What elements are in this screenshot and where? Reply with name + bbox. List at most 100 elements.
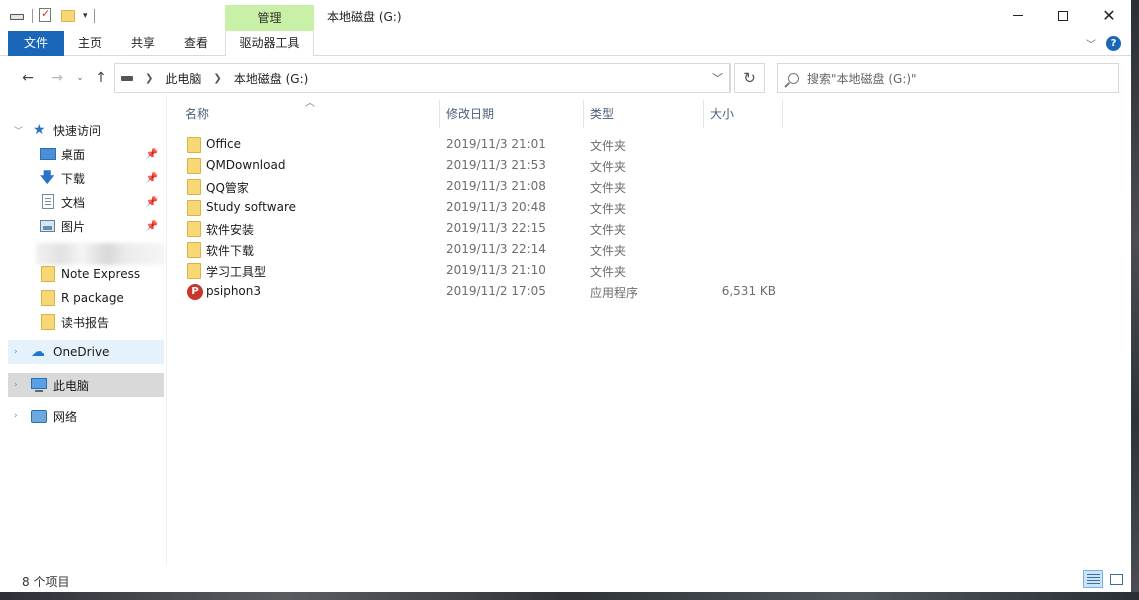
file-name: psiphon3 <box>206 284 262 298</box>
context-tab-header: 管理 <box>225 5 314 31</box>
sidebar-item-label: 下载 <box>61 171 86 186</box>
sidebar-item-pictures[interactable]: 图片 📌 <box>8 214 164 238</box>
qat-separator <box>93 9 95 23</box>
folder-icon <box>187 137 201 153</box>
folder-icon <box>187 242 201 258</box>
recent-locations-icon[interactable]: ⌄ <box>70 67 90 89</box>
file-date: 2019/11/3 22:15 <box>446 221 546 235</box>
file-name: QMDownload <box>206 158 286 172</box>
file-row[interactable]: Study software 2019/11/3 20:48 文件夹 <box>180 197 780 218</box>
pictures-icon <box>40 218 56 234</box>
back-button[interactable]: ← <box>18 67 38 89</box>
breadcrumb-drive[interactable]: 本地磁盘 (G:) <box>234 70 309 87</box>
file-date: 2019/11/2 17:05 <box>446 284 546 298</box>
chevron-right-icon[interactable]: ❯ <box>213 73 221 84</box>
file-date: 2019/11/3 20:48 <box>446 200 546 214</box>
file-type: 文件夹 <box>590 202 627 216</box>
file-date: 2019/11/3 21:01 <box>446 137 546 151</box>
refresh-button[interactable]: ↻ <box>734 63 765 93</box>
file-name: Study software <box>206 200 296 214</box>
chevron-right-icon[interactable]: › <box>14 411 18 421</box>
address-dropdown-icon[interactable]: ﹀ <box>706 63 730 93</box>
pin-icon: 📌 <box>145 172 158 184</box>
sidebar-item-label: 网络 <box>53 409 78 424</box>
expand-ribbon-icon[interactable]: ﹀ <box>1086 36 1096 51</box>
qat-customize-icon[interactable]: ▾ <box>83 11 88 21</box>
column-divider[interactable] <box>782 100 783 128</box>
minimize-button[interactable] <box>995 0 1041 31</box>
sidebar-item-onedrive[interactable]: › ☁ OneDrive <box>8 340 164 364</box>
folder-icon <box>187 263 201 279</box>
file-date: 2019/11/3 21:08 <box>446 179 546 193</box>
sidebar-item-network[interactable]: › 网络 <box>8 404 164 428</box>
file-name: Office <box>206 137 242 151</box>
chevron-right-icon[interactable]: ❯ <box>145 73 153 84</box>
details-view-icon <box>1087 574 1100 585</box>
sidebar-item-label: R package <box>61 291 124 305</box>
column-type[interactable]: 类型 <box>584 100 703 128</box>
desktop-icon <box>40 146 56 162</box>
column-name[interactable]: 名称 <box>179 100 439 128</box>
column-headers: ︿ 名称 修改日期 类型 大小 <box>167 98 1131 128</box>
pane-divider[interactable] <box>166 95 167 565</box>
column-size[interactable]: 大小 <box>704 100 782 128</box>
file-name: QQ管家 <box>206 181 249 195</box>
details-view-button[interactable] <box>1083 570 1103 588</box>
computer-icon <box>31 377 47 393</box>
breadcrumb-this-pc[interactable]: 此电脑 <box>165 70 201 87</box>
close-button[interactable]: ✕ <box>1086 0 1131 31</box>
explorer-window: ▾ 管理 本地磁盘 (G:) ✕ 文件 主页 共享 查看 驱动器工具 ﹀ ? ←… <box>0 0 1131 592</box>
sidebar-item-r-package[interactable]: R package <box>8 286 164 310</box>
sidebar-item-label: Note Express <box>61 267 141 281</box>
forward-button[interactable]: → <box>47 67 67 89</box>
folder-icon <box>41 266 57 282</box>
search-box[interactable]: 搜索"本地磁盘 (G:)" <box>777 63 1119 93</box>
tab-share[interactable]: 共享 <box>119 31 167 56</box>
sidebar-item-note-express[interactable]: Note Express <box>8 262 164 286</box>
folder-icon <box>41 290 57 306</box>
chevron-right-icon[interactable]: › <box>14 347 18 357</box>
star-icon: ★ <box>33 122 46 138</box>
file-row[interactable]: QQ管家 2019/11/3 21:08 文件夹 <box>180 176 780 197</box>
tab-home[interactable]: 主页 <box>66 31 114 56</box>
properties-icon[interactable] <box>39 7 55 24</box>
file-row[interactable]: QMDownload 2019/11/3 21:53 文件夹 <box>180 155 780 176</box>
sidebar-item-desktop[interactable]: 桌面 📌 <box>8 142 164 166</box>
column-date[interactable]: 修改日期 <box>440 100 583 128</box>
file-row[interactable]: Office 2019/11/3 21:01 文件夹 <box>180 134 780 155</box>
file-row[interactable]: P psiphon3 2019/11/2 17:05 应用程序 6,531 KB <box>180 281 780 302</box>
chevron-down-icon[interactable]: ﹀ <box>14 124 23 137</box>
help-icon[interactable]: ? <box>1106 36 1121 51</box>
tab-view[interactable]: 查看 <box>172 31 220 56</box>
sidebar-item-label: 桌面 <box>61 147 86 162</box>
file-row[interactable]: 学习工具型 2019/11/3 21:10 文件夹 <box>180 260 780 281</box>
folder-icon <box>187 179 201 195</box>
quick-access-toolbar: ▾ <box>10 6 95 26</box>
new-folder-icon[interactable] <box>61 8 77 24</box>
search-icon <box>788 72 799 84</box>
sidebar-item-documents[interactable]: 文档 📌 <box>8 190 164 214</box>
sidebar-item-downloads[interactable]: 🡇 下载 📌 <box>8 166 164 190</box>
sidebar-item-this-pc[interactable]: › 此电脑 <box>8 373 164 397</box>
file-row[interactable]: 软件下载 2019/11/3 22:14 文件夹 <box>180 239 780 260</box>
file-type: 应用程序 <box>590 286 639 300</box>
file-row[interactable]: 软件安装 2019/11/3 22:15 文件夹 <box>180 218 780 239</box>
document-icon <box>40 194 56 210</box>
pin-icon: 📌 <box>145 220 158 232</box>
file-size: 6,531 KB <box>721 284 776 298</box>
address-bar[interactable]: ❯ 此电脑 ❯ 本地磁盘 (G:) <box>114 63 731 93</box>
chevron-right-icon[interactable]: › <box>14 380 18 390</box>
file-name: 学习工具型 <box>206 265 267 279</box>
up-button[interactable]: ↑ <box>91 67 111 89</box>
search-input[interactable]: 搜索"本地磁盘 (G:)" <box>807 70 917 87</box>
drive-icon <box>121 75 133 81</box>
qat-separator <box>32 9 33 23</box>
large-icons-view-button[interactable] <box>1106 570 1126 588</box>
app-icon: P <box>187 284 203 300</box>
maximize-button[interactable] <box>1040 0 1086 31</box>
sidebar-item-reading-reports[interactable]: 读书报告 <box>8 310 164 334</box>
tab-file[interactable]: 文件 <box>8 31 64 56</box>
sidebar-item-quick-access[interactable]: ﹀ ★ 快速访问 <box>8 118 164 142</box>
navigation-bar: ← → ⌄ ↑ ❯ 此电脑 ❯ 本地磁盘 (G:) ﹀ ↻ 搜索"本地磁盘 (G… <box>0 61 1131 95</box>
tab-drive-tools[interactable]: 驱动器工具 <box>225 31 314 56</box>
